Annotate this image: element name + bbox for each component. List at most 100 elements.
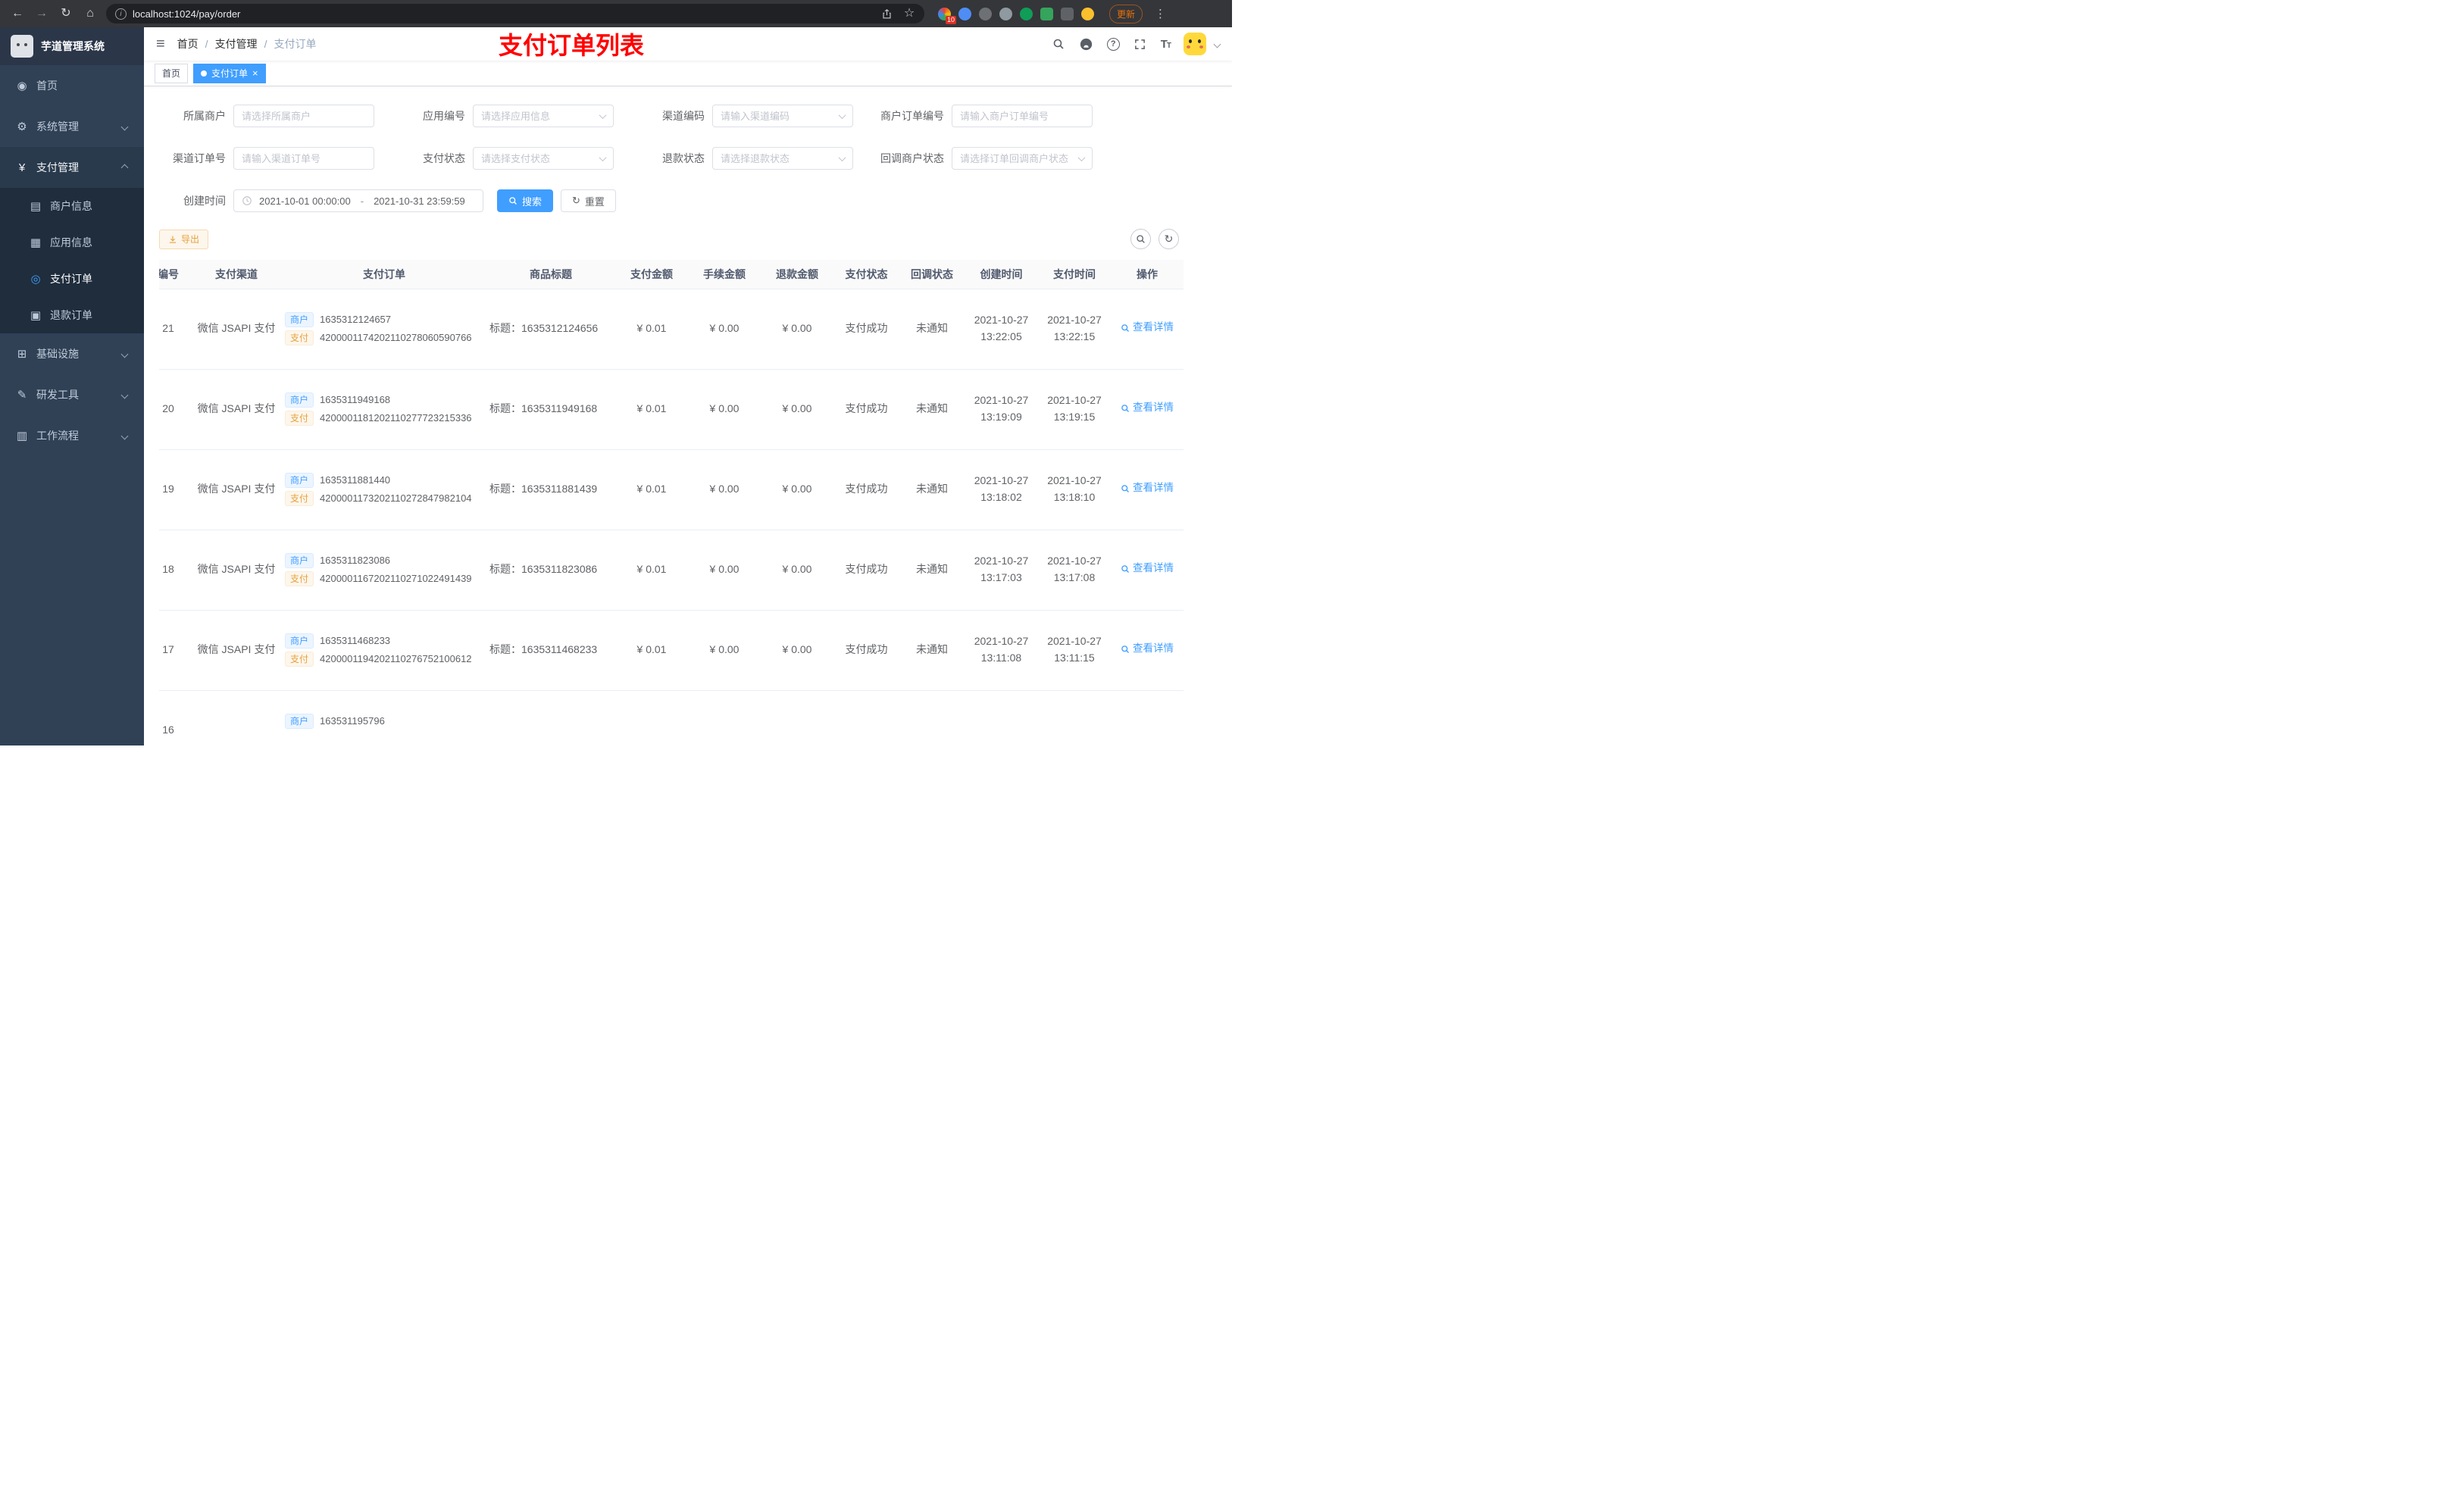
view-detail-link[interactable]: 查看详情 bbox=[1121, 480, 1174, 496]
sidebar-item-payment[interactable]: ¥ 支付管理 bbox=[0, 147, 144, 188]
filter-input-field[interactable] bbox=[481, 152, 596, 164]
extension-icon[interactable] bbox=[958, 7, 971, 20]
url-text[interactable]: localhost:1024/pay/order bbox=[133, 8, 873, 20]
pay-status-cell: 支付成功 bbox=[833, 530, 899, 611]
tab-home[interactable]: 首页 bbox=[155, 63, 189, 83]
home-icon[interactable]: ⌂ bbox=[82, 8, 98, 20]
tab-pay-order[interactable]: 支付订单 × bbox=[193, 63, 266, 83]
filter-input[interactable] bbox=[473, 147, 614, 170]
sidebar-item-label: 工作流程 bbox=[36, 430, 79, 442]
filter-input-field[interactable] bbox=[242, 152, 366, 164]
hamburger-icon[interactable]: ≡ bbox=[156, 36, 165, 52]
filter-input-field[interactable] bbox=[242, 110, 366, 122]
sidebar-item-pay-order[interactable]: ◎ 支付订单 bbox=[0, 261, 144, 297]
font-size-icon[interactable]: TT bbox=[1161, 38, 1171, 51]
sidebar-item-app-info[interactable]: ▦ 应用信息 bbox=[0, 224, 144, 261]
filter-input[interactable] bbox=[712, 105, 853, 127]
view-detail-link[interactable]: 查看详情 bbox=[1121, 400, 1174, 416]
filter-input[interactable] bbox=[473, 105, 614, 127]
chevron-down-icon[interactable] bbox=[1213, 40, 1221, 48]
reload-icon[interactable]: ↻ bbox=[58, 8, 74, 20]
date-end-value[interactable]: 2021-10-31 23:59:59 bbox=[374, 195, 465, 207]
reset-button[interactable]: ↻ 重置 bbox=[561, 189, 616, 212]
create-time-cell: 2021-10-27 13:11:08 bbox=[965, 610, 1038, 691]
channel-order-no: 4200001173202110272847982104 bbox=[320, 492, 472, 504]
sidebar-item-label: 退款订单 bbox=[50, 309, 92, 321]
bookmark-star-icon[interactable]: ☆ bbox=[903, 8, 915, 20]
sidebar-item-infrastructure[interactable]: ⊞ 基础设施 bbox=[0, 333, 144, 374]
filter-field: 退款状态 bbox=[638, 147, 877, 170]
pay-amount-cell: ¥ 0.01 bbox=[615, 369, 688, 450]
table-row: 21 微信 JSAPI 支付 商户 1635312124657 支付 42000… bbox=[159, 289, 1184, 370]
refresh-table-button[interactable]: ↻ bbox=[1159, 229, 1179, 249]
extension-icon[interactable] bbox=[1040, 7, 1053, 20]
extension-icon[interactable] bbox=[1020, 7, 1033, 20]
extension-icon[interactable]: 10 bbox=[938, 7, 956, 24]
notify-status-cell: 未通知 bbox=[899, 369, 965, 450]
sidebar-item-workflow[interactable]: ▥ 工作流程 bbox=[0, 415, 144, 456]
app-logo[interactable]: 芋道管理系统 bbox=[0, 27, 144, 65]
pay-order-cell: 商户 1635311881440 支付 42000011732021102728… bbox=[282, 449, 486, 530]
toggle-search-button[interactable] bbox=[1130, 229, 1151, 249]
browser-menu-icon[interactable]: ⋮ bbox=[1155, 7, 1166, 20]
pay-time-cell: 2021-10-27 13:11:15 bbox=[1038, 610, 1111, 691]
site-info-icon[interactable]: i bbox=[115, 8, 127, 20]
extension-icon[interactable] bbox=[1081, 7, 1094, 20]
sidebar-item-merchant-info[interactable]: ▤ 商户信息 bbox=[0, 188, 144, 224]
extension-icon[interactable] bbox=[1061, 7, 1074, 20]
product-title-cell: 标题：1635311468233 bbox=[486, 610, 615, 691]
view-detail-link[interactable]: 查看详情 bbox=[1121, 641, 1174, 657]
fullscreen-icon[interactable] bbox=[1133, 36, 1148, 52]
view-detail-link[interactable]: 查看详情 bbox=[1121, 320, 1174, 336]
date-separator: - bbox=[360, 195, 364, 207]
action-cell: 查看详情 bbox=[1111, 449, 1184, 530]
filter-input-field[interactable] bbox=[721, 110, 835, 122]
address-bar[interactable]: i localhost:1024/pay/order ☆ bbox=[106, 4, 924, 23]
column-header: 支付状态 bbox=[833, 260, 899, 289]
filter-input[interactable] bbox=[952, 147, 1093, 170]
filter-input-field[interactable] bbox=[481, 110, 596, 122]
column-header: 支付渠道 bbox=[191, 260, 282, 289]
pay-time-cell: 2021-10-27 13:18:10 bbox=[1038, 449, 1111, 530]
breadcrumb-payment[interactable]: 支付管理 bbox=[215, 36, 258, 52]
search-icon bbox=[1121, 485, 1129, 492]
breadcrumb-home[interactable]: 首页 bbox=[177, 36, 199, 52]
forward-icon[interactable]: → bbox=[33, 8, 50, 20]
column-header: 创建时间 bbox=[965, 260, 1038, 289]
help-icon[interactable]: ? bbox=[1106, 37, 1120, 51]
notify-status-cell: 未通知 bbox=[899, 289, 965, 370]
github-icon[interactable] bbox=[1079, 36, 1094, 52]
extension-icon[interactable] bbox=[999, 7, 1012, 20]
refund-amount-cell: ¥ 0.00 bbox=[761, 610, 833, 691]
filter-input-field[interactable] bbox=[721, 152, 835, 164]
export-button[interactable]: 导出 bbox=[159, 229, 209, 249]
filter-input-field[interactable] bbox=[960, 110, 1084, 122]
filter-input-field[interactable] bbox=[960, 152, 1074, 164]
sidebar-item-refund-order[interactable]: ▣ 退款订单 bbox=[0, 297, 144, 333]
date-range-input[interactable]: 2021-10-01 00:00:00 - 2021-10-31 23:59:5… bbox=[233, 189, 483, 212]
sidebar-item-dev-tools[interactable]: ✎ 研发工具 bbox=[0, 374, 144, 415]
date-start-value[interactable]: 2021-10-01 00:00:00 bbox=[259, 195, 351, 207]
filter-input[interactable] bbox=[712, 147, 853, 170]
browser-update-button[interactable]: 更新 bbox=[1109, 4, 1143, 23]
sidebar-menu: ◉ 首页 ⚙ 系统管理 ¥ 支付管理 ▤ 商户信息 ▦ 应用信息 ◎ 支付订单 … bbox=[0, 65, 144, 456]
share-icon[interactable] bbox=[879, 6, 894, 21]
filter-input[interactable] bbox=[233, 147, 374, 170]
extension-icon[interactable] bbox=[979, 7, 992, 20]
search-icon[interactable] bbox=[1051, 36, 1066, 52]
column-header: 手续金额 bbox=[688, 260, 761, 289]
filter-input[interactable] bbox=[952, 105, 1093, 127]
view-detail-link[interactable]: 查看详情 bbox=[1121, 561, 1174, 577]
avatar[interactable] bbox=[1184, 33, 1206, 55]
merchant-tag: 商户 bbox=[285, 472, 314, 488]
fee-amount-cell: ¥ 0.00 bbox=[688, 449, 761, 530]
filter-input[interactable] bbox=[233, 105, 374, 127]
action-cell bbox=[1111, 690, 1184, 746]
navbar-actions: ? TT bbox=[1051, 33, 1221, 55]
column-header: 支付订单 bbox=[282, 260, 486, 289]
sidebar-item-home[interactable]: ◉ 首页 bbox=[0, 65, 144, 106]
sidebar-item-system[interactable]: ⚙ 系统管理 bbox=[0, 106, 144, 147]
back-icon[interactable]: ← bbox=[9, 8, 26, 20]
close-icon[interactable]: × bbox=[252, 68, 258, 78]
search-button[interactable]: 搜索 bbox=[497, 189, 554, 212]
